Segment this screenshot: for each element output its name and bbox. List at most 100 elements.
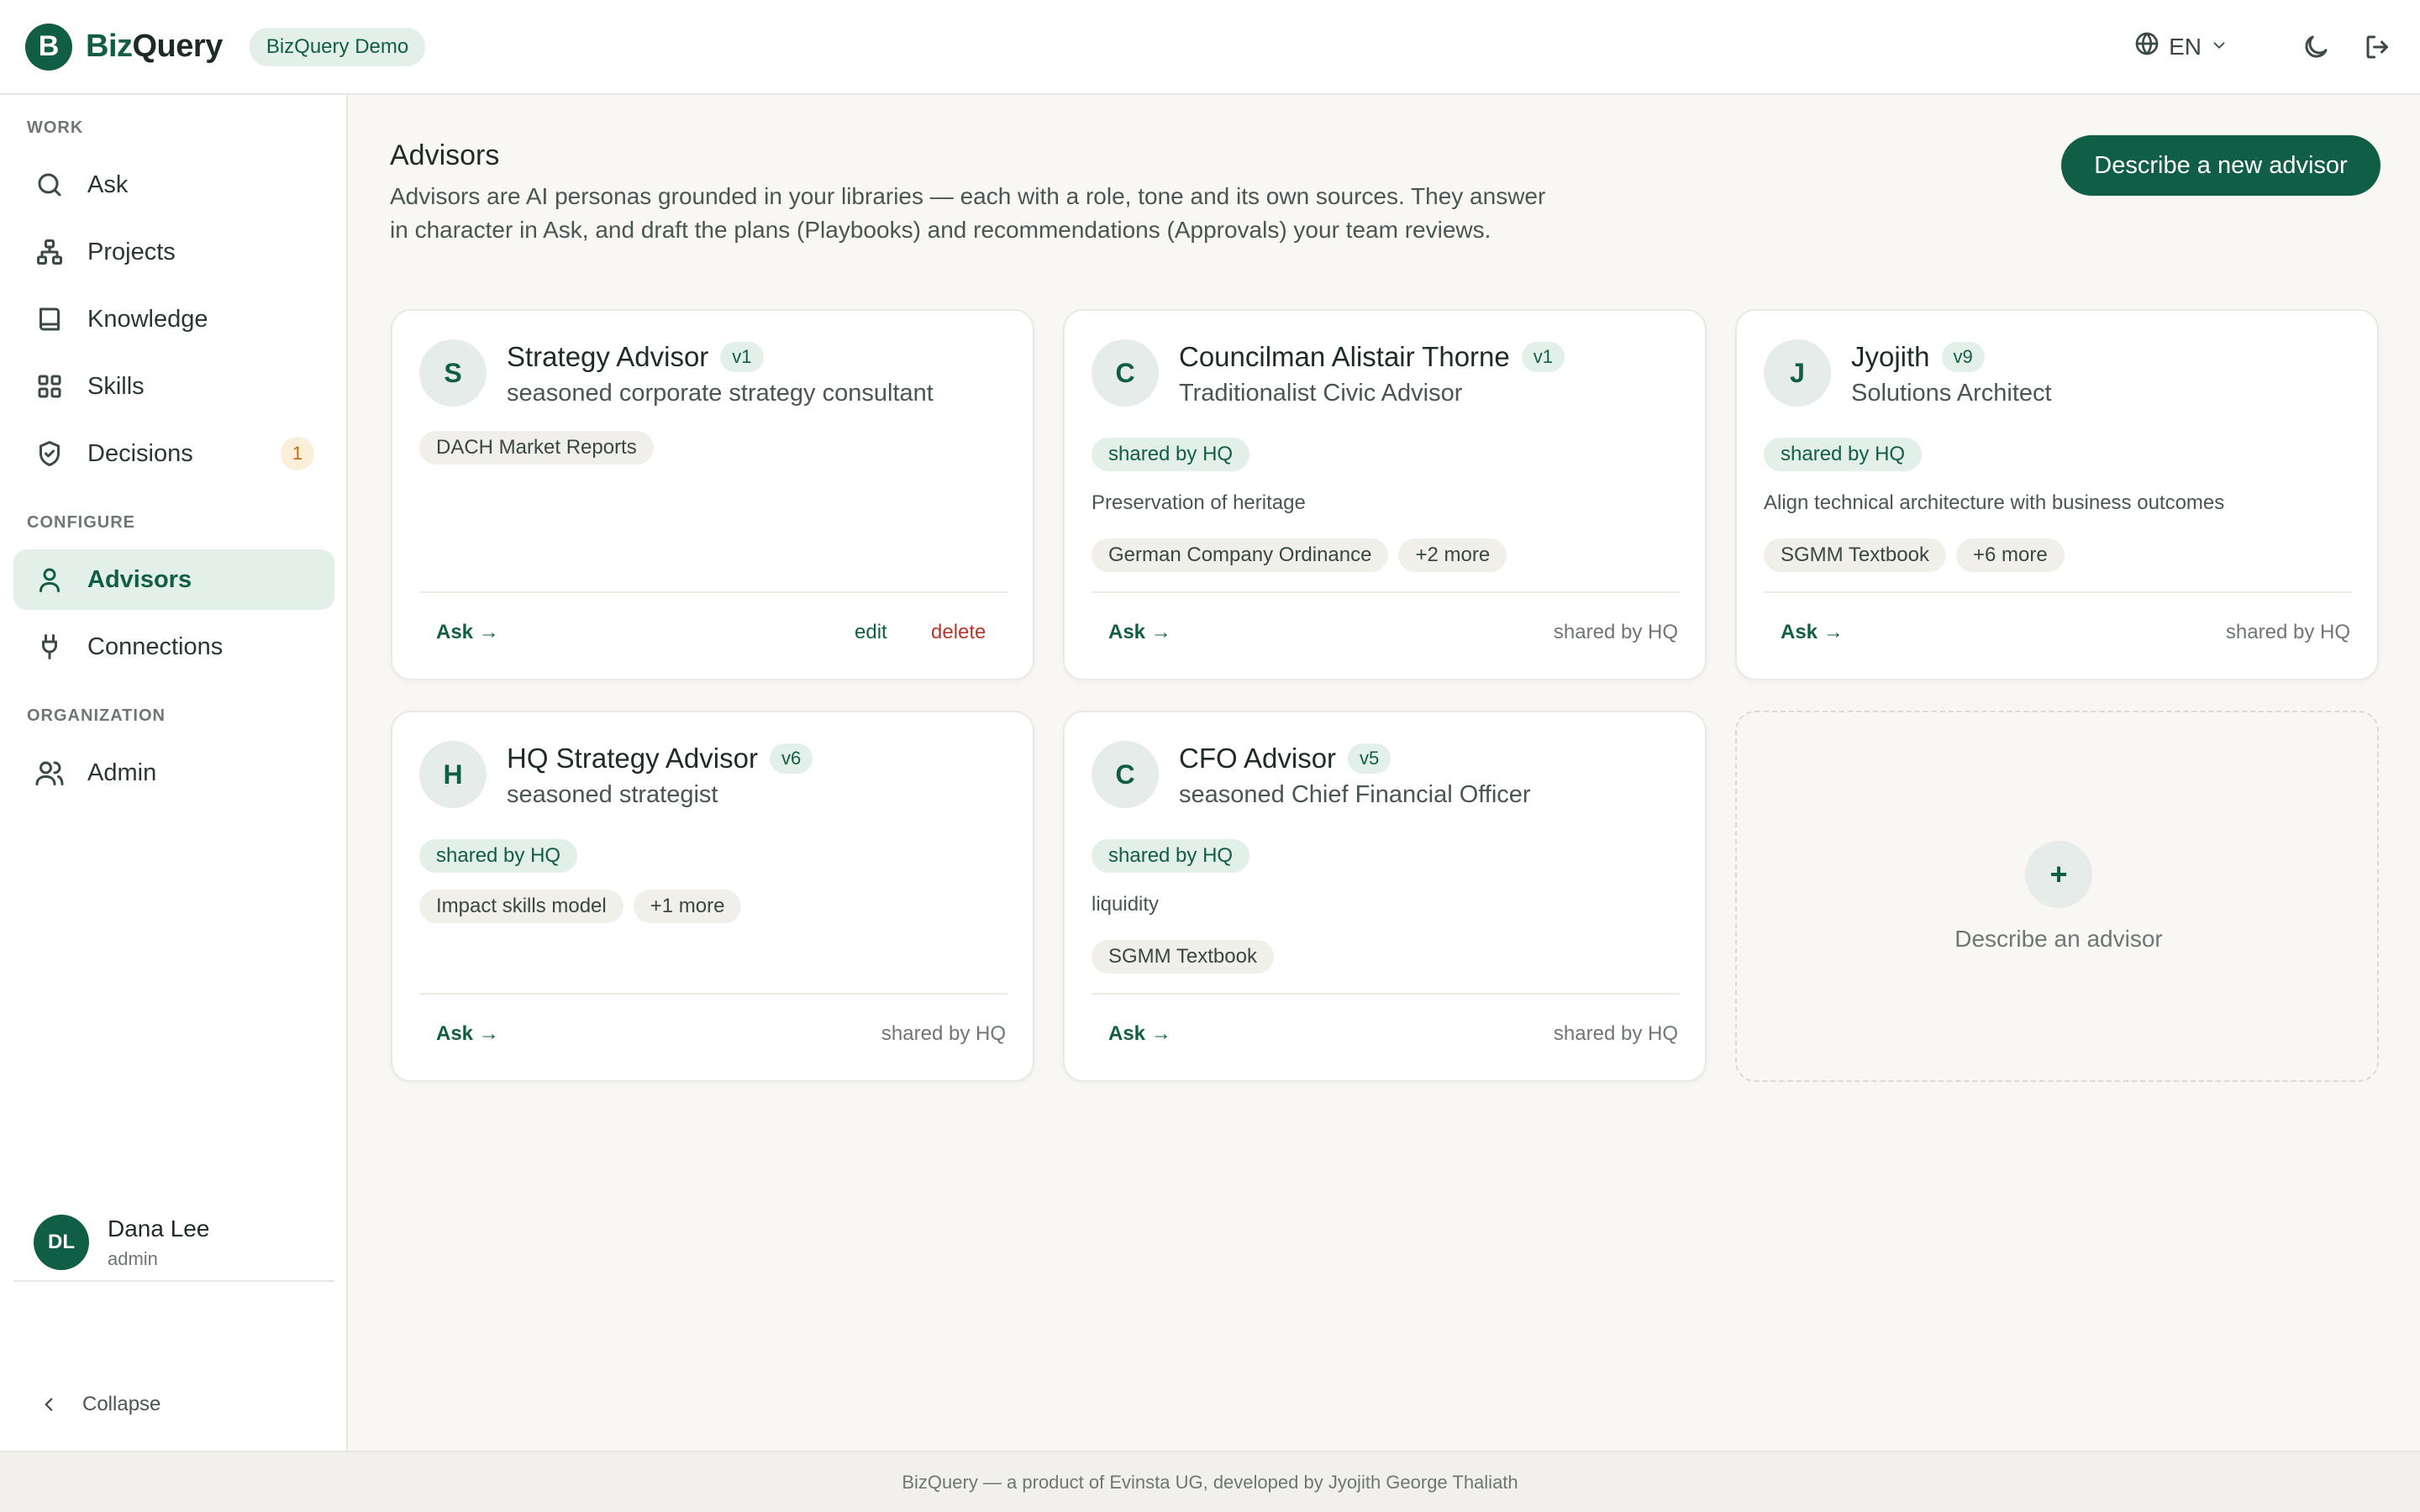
logo-icon: B [25, 23, 72, 71]
card-divider [1092, 993, 1680, 995]
sidebar-item-label: Skills [87, 372, 145, 400]
sidebar-item-projects[interactable]: Projects [13, 222, 334, 282]
advisor-name: CFO Advisor [1179, 743, 1337, 774]
sidebar-item-label: Ask [87, 171, 129, 198]
collapse-label: Collapse [82, 1393, 161, 1415]
globe-icon [2133, 30, 2160, 63]
more-sources-chip: +6 more [1955, 538, 2065, 572]
describe-new-advisor-button[interactable]: Describe a new advisor [2061, 135, 2381, 196]
advisor-role: seasoned strategist [507, 781, 718, 808]
user-name: Dana Lee [108, 1215, 210, 1242]
card-divider [419, 591, 1007, 593]
chevron-down-icon [2210, 34, 2228, 60]
card-divider [419, 993, 1007, 995]
owner-label: shared by HQ [1553, 621, 1678, 643]
advisor-card[interactable]: J Jyojith v9 Solutions Architect shared … [1735, 309, 2379, 680]
avatar[interactable]: DL [34, 1215, 89, 1270]
sidebar-item-admin[interactable]: Admin [13, 743, 334, 803]
describe-advisor-card[interactable]: + Describe an advisor [1735, 711, 2379, 1082]
advisor-card[interactable]: C Councilman Alistair Thorne v1 Traditio… [1063, 309, 1707, 680]
moon-icon[interactable] [2299, 30, 2333, 64]
page-title: Advisors [390, 139, 500, 171]
sidebar-item-knowledge[interactable]: Knowledge [13, 289, 334, 349]
advisor-card[interactable]: C CFO Advisor v5 seasoned Chief Financia… [1063, 711, 1707, 1082]
hierarchy-icon [34, 236, 66, 268]
shared-badge: shared by HQ [1764, 438, 1923, 471]
advisor-name: Strategy Advisor [507, 341, 709, 372]
section-label-work: WORK [27, 118, 84, 137]
advisor-name: Jyojith [1851, 341, 1930, 372]
card-divider [1764, 591, 2352, 593]
ask-link[interactable]: Ask → [1108, 1022, 1171, 1046]
version-badge: v9 [1941, 342, 1985, 372]
advisor-focus: Align technical architecture with busine… [1764, 491, 2225, 514]
sidebar-item-label: Projects [87, 238, 176, 265]
language-label: EN [2169, 33, 2202, 60]
chevron-left-icon [34, 1389, 64, 1420]
owner-label: shared by HQ [1553, 1022, 1678, 1045]
sidebar-item-label: Connections [87, 633, 224, 660]
advisor-avatar: C [1092, 339, 1159, 407]
owner-label: shared by HQ [2225, 621, 2350, 643]
ask-link[interactable]: Ask → [1108, 621, 1171, 644]
decisions-count-badge: 1 [281, 437, 314, 470]
ask-link[interactable]: Ask → [1781, 621, 1844, 644]
brand-prefix: Biz [86, 29, 133, 64]
ask-link[interactable]: Ask → [436, 1022, 499, 1046]
version-badge: v1 [1521, 342, 1565, 372]
version-badge: v1 [720, 342, 764, 372]
sidebar-item-label: Decisions [87, 439, 193, 467]
describe-advisor-label: Describe an advisor [1954, 926, 2163, 952]
logout-icon[interactable] [2361, 30, 2395, 64]
users-icon [34, 757, 66, 789]
shared-badge: shared by HQ [1092, 839, 1250, 873]
source-chip: Impact skills model [419, 890, 623, 923]
advisor-card[interactable]: S Strategy Advisor v1 seasoned corporate… [391, 309, 1034, 680]
source-chip: SGMM Textbook [1092, 940, 1274, 974]
advisor-avatar: S [419, 339, 487, 407]
shared-badge: shared by HQ [419, 839, 578, 873]
more-sources-chip: +2 more [1398, 538, 1507, 572]
top-bar: B BizQuery BizQuery Demo EN [0, 0, 2420, 95]
plus-icon: + [2025, 841, 2092, 908]
sidebar-item-label: Advisors [87, 565, 192, 593]
sidebar-item-connections[interactable]: Connections [13, 617, 334, 677]
advisor-card[interactable]: H HQ Strategy Advisor v6 seasoned strate… [391, 711, 1034, 1082]
search-icon [34, 169, 66, 201]
advisor-name: Councilman Alistair Thorne [1179, 341, 1510, 372]
owner-label: shared by HQ [881, 1022, 1006, 1045]
grid-icon [34, 370, 66, 402]
shield-check-icon [34, 438, 66, 470]
brand-name: BizQuery [86, 29, 223, 65]
ask-link[interactable]: Ask → [436, 621, 499, 644]
sidebar-item-label: Knowledge [87, 305, 208, 333]
delete-link[interactable]: delete [931, 621, 986, 644]
footer: BizQuery — a product of Evinsta UG, deve… [0, 1451, 2420, 1512]
advisor-role: Traditionalist Civic Advisor [1179, 380, 1463, 407]
sidebar-item-decisions[interactable]: Decisions 1 [13, 423, 334, 484]
sidebar-divider [13, 1280, 334, 1282]
advisor-name: HQ Strategy Advisor [507, 743, 758, 774]
advisor-role: Solutions Architect [1851, 380, 2052, 407]
advisor-focus: Preservation of heritage [1092, 491, 1306, 514]
sidebar-item-advisors[interactable]: Advisors [13, 549, 334, 610]
section-label-configure: CONFIGURE [27, 513, 135, 532]
footer-text: BizQuery — a product of Evinsta UG, deve… [902, 1471, 1518, 1493]
user-icon [34, 564, 66, 596]
sidebar-item-label: Admin [87, 759, 157, 786]
sidebar-item-ask[interactable]: Ask [13, 155, 334, 215]
advisor-avatar: H [419, 741, 487, 808]
sidebar-item-skills[interactable]: Skills [13, 356, 334, 417]
source-chip: German Company Ordinance [1092, 538, 1389, 572]
language-selector[interactable]: EN [2133, 30, 2228, 63]
card-divider [1092, 591, 1680, 593]
brand-suffix: Query [132, 29, 224, 64]
demo-badge: BizQuery Demo [249, 27, 426, 66]
source-chip: DACH Market Reports [419, 431, 654, 465]
edit-link[interactable]: edit [855, 621, 887, 644]
advisor-avatar: J [1764, 339, 1831, 407]
collapse-button[interactable]: Collapse [34, 1389, 160, 1420]
section-label-organization: ORGANIZATION [27, 706, 166, 725]
more-sources-chip: +1 more [633, 890, 742, 923]
advisor-avatar: C [1092, 741, 1159, 808]
